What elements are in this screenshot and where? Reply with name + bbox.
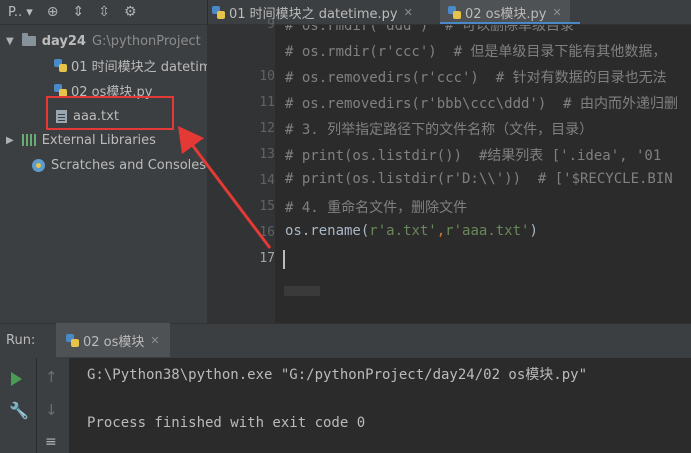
code-editor[interactable]: # os.rmdir('ddd') # 可以删除单级目录 # os.rmdir(… bbox=[275, 25, 691, 323]
chevron-down-icon[interactable]: ▼ bbox=[6, 36, 14, 47]
arrow-head bbox=[178, 126, 204, 154]
tree-item-label: External Libraries bbox=[41, 132, 156, 148]
project-view-dropdown[interactable]: P.. ▾ bbox=[8, 5, 33, 20]
code-token: r'aaa.txt' bbox=[445, 223, 530, 239]
line-number: 10 bbox=[259, 69, 275, 84]
code-token: r'a.txt' bbox=[369, 223, 437, 239]
code-line: # os.removedirs(r'ccc') # 针对有数据的目录也无法 bbox=[285, 70, 667, 86]
library-icon bbox=[21, 134, 36, 146]
root-folder-name: day24 bbox=[41, 33, 86, 49]
code-line: # print(os.listdir()) #结果列表 ['.idea', '0… bbox=[285, 148, 662, 164]
tab-label: 02 os模块.py bbox=[465, 6, 547, 22]
run-scroll-toolbar: ↑ ↓ ≡ bbox=[37, 358, 69, 453]
arrow-shaft bbox=[188, 141, 272, 249]
line-number: 9 bbox=[267, 17, 275, 32]
python-file-icon bbox=[66, 333, 79, 347]
line-number: 11 bbox=[259, 95, 275, 110]
run-left-toolbar: 🔧 bbox=[0, 358, 37, 453]
run-tab[interactable]: 02 os模块 ✕ bbox=[56, 323, 170, 357]
tab-os-module[interactable]: 02 os模块.py ✕ bbox=[440, 0, 570, 24]
code-line-rename: os.rename(r'a.txt',r'aaa.txt') bbox=[285, 223, 538, 239]
code-token: os.rename( bbox=[285, 223, 370, 239]
text-cursor bbox=[283, 250, 285, 269]
console-line-command: G:\Python38\python.exe "G:/pythonProject… bbox=[87, 367, 588, 383]
code-token: ) bbox=[529, 223, 538, 239]
close-icon[interactable]: ✕ bbox=[404, 6, 413, 19]
arrow-up-icon[interactable]: ↑ bbox=[45, 368, 58, 386]
code-line: # 4. 重命名文件，删除文件 bbox=[285, 200, 468, 216]
chevron-right-icon[interactable]: ▶ bbox=[6, 135, 14, 146]
collapse-all-icon[interactable]: ⇳ bbox=[98, 4, 110, 20]
root-folder-path: G:\pythonProject bbox=[91, 33, 201, 49]
tree-item-external-libraries[interactable]: ▶ External Libraries bbox=[6, 128, 156, 152]
code-line: # os.rmdir('ddd') # 可以删除单级目录 bbox=[285, 25, 575, 34]
scroll-marker bbox=[284, 286, 320, 296]
run-label: Run: bbox=[6, 333, 36, 348]
scratches-icon bbox=[32, 158, 45, 172]
console-line-exit: Process finished with exit code 0 bbox=[87, 415, 366, 431]
gear-icon[interactable]: ⚙ bbox=[124, 4, 137, 20]
python-file-icon bbox=[54, 83, 67, 97]
close-icon[interactable]: ✕ bbox=[150, 334, 159, 347]
code-token: , bbox=[436, 223, 446, 239]
soft-wrap-icon[interactable]: ≡ bbox=[45, 434, 57, 450]
folder-icon bbox=[21, 33, 36, 46]
wrench-icon[interactable]: 🔧 bbox=[9, 401, 29, 420]
expand-all-icon[interactable]: ⇕ bbox=[72, 4, 84, 20]
active-tab-indicator bbox=[440, 22, 580, 24]
rerun-icon[interactable] bbox=[11, 372, 22, 386]
arrow-down-icon[interactable]: ↓ bbox=[45, 401, 58, 419]
code-line: # 3. 列举指定路径下的文件名称（文件，目录） bbox=[285, 122, 594, 138]
code-line: # os.removedirs(r'bbb\ccc\ddd') # 由内而外递归… bbox=[285, 96, 679, 112]
code-line: # os.rmdir(r'ccc') # 但是单级目录下能有其他数据， bbox=[285, 44, 667, 60]
tree-root-day24[interactable]: ▼ day24 G:\pythonProject bbox=[6, 29, 201, 53]
code-line: # print(os.listdir(r'D:\\')) # ['$RECYCL… bbox=[285, 171, 673, 187]
divider bbox=[207, 0, 208, 24]
annotation-highlight-box bbox=[46, 96, 174, 130]
console-output[interactable]: G:\Python38\python.exe "G:/pythonProject… bbox=[70, 358, 691, 453]
project-toolbar: P.. ▾ ⊕ ⇕ ⇳ ⚙ bbox=[0, 0, 207, 24]
run-tab-label: 02 os模块 bbox=[83, 334, 145, 350]
python-file-icon bbox=[54, 58, 67, 72]
close-icon[interactable]: ✕ bbox=[552, 6, 561, 19]
python-file-icon bbox=[448, 5, 461, 19]
annotation-arrow bbox=[178, 126, 272, 249]
crosshair-icon[interactable]: ⊕ bbox=[47, 4, 59, 20]
